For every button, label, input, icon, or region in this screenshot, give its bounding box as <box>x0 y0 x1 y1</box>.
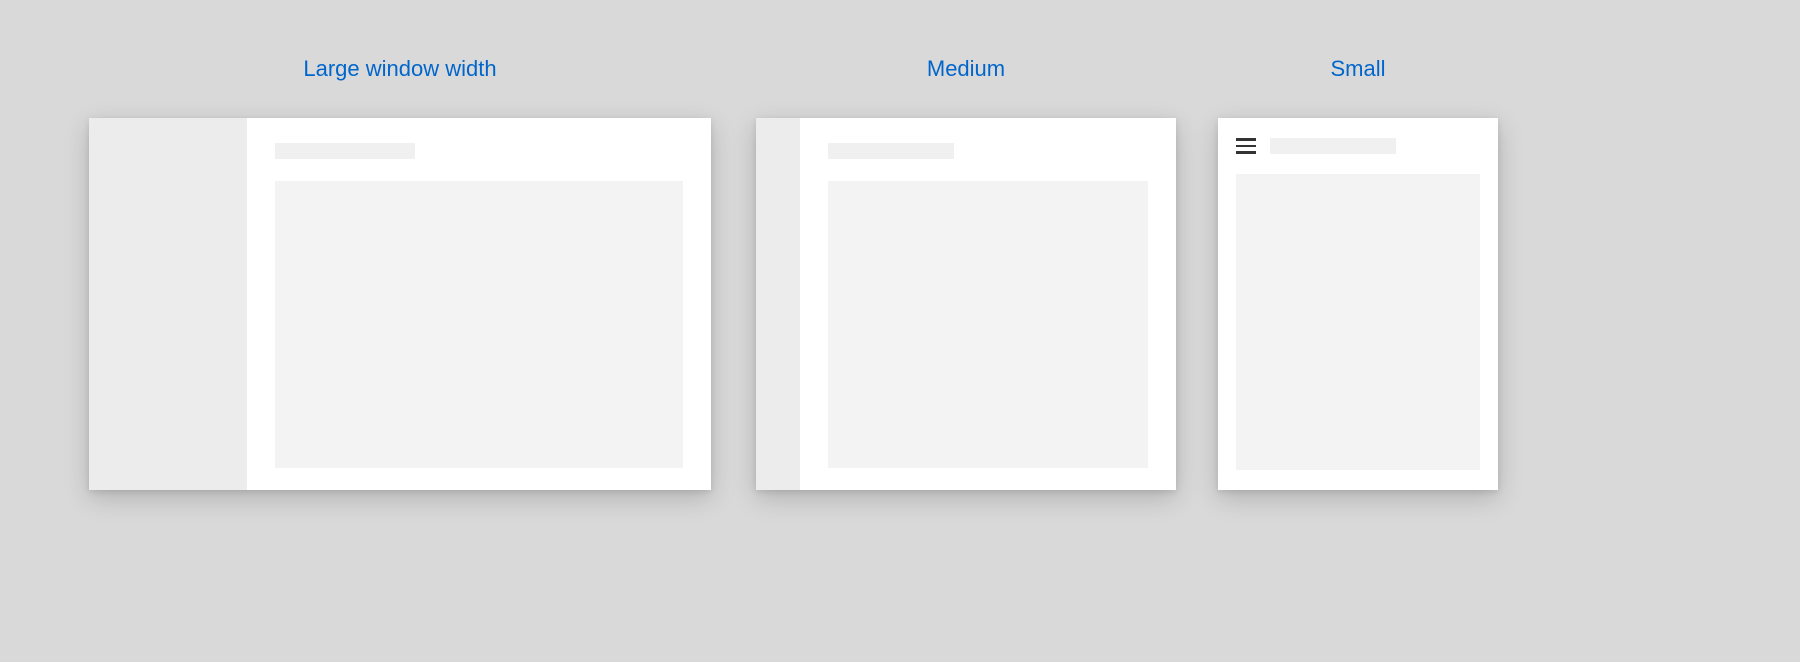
hamburger-icon[interactable] <box>1236 136 1256 156</box>
content-area <box>800 118 1176 490</box>
label-large: Large window width <box>303 56 496 82</box>
window-large <box>89 118 711 490</box>
title-placeholder <box>275 143 415 159</box>
title-placeholder <box>828 143 954 159</box>
nav-pane-expanded <box>89 118 247 490</box>
content-area <box>1218 118 1498 490</box>
label-medium: Medium <box>927 56 1005 82</box>
content-placeholder <box>1236 174 1480 470</box>
content-placeholder <box>828 181 1148 468</box>
content-placeholder <box>275 181 683 468</box>
header-row <box>1236 136 1480 156</box>
window-medium <box>756 118 1176 490</box>
title-placeholder <box>1270 138 1396 154</box>
content-area <box>247 118 711 490</box>
nav-pane-compact <box>756 118 800 490</box>
window-small <box>1218 118 1498 490</box>
responsive-layout-diagram: Large window width Medium Small <box>0 0 1800 662</box>
label-small: Small <box>1330 56 1385 82</box>
